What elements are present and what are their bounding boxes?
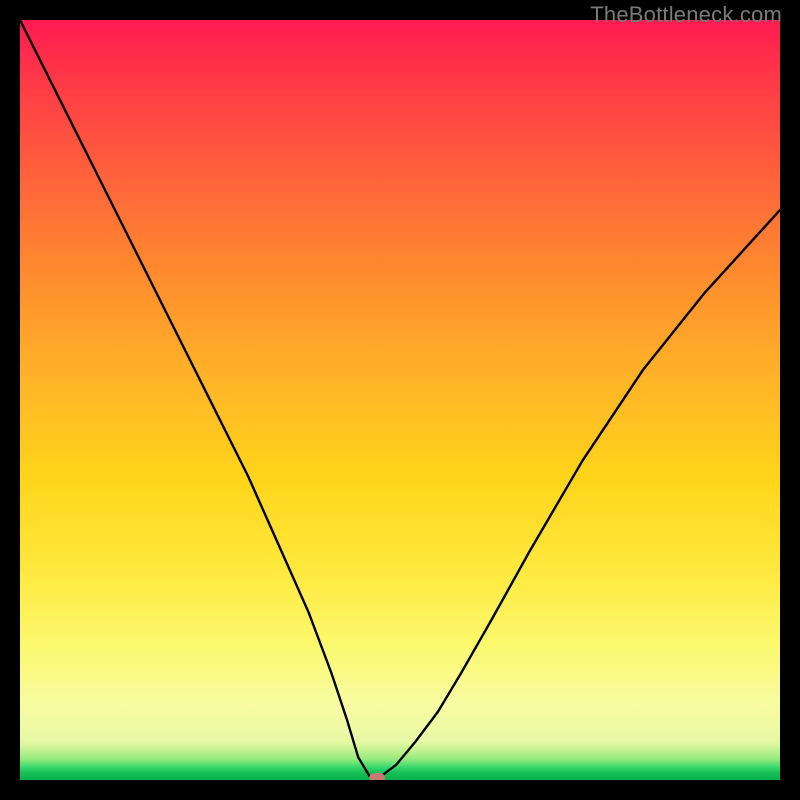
bottleneck-curve <box>20 20 780 776</box>
curve-svg <box>20 20 780 780</box>
watermark-label: TheBottleneck.com <box>590 2 782 28</box>
plot-area <box>20 20 780 780</box>
chart-frame: TheBottleneck.com <box>0 0 800 800</box>
